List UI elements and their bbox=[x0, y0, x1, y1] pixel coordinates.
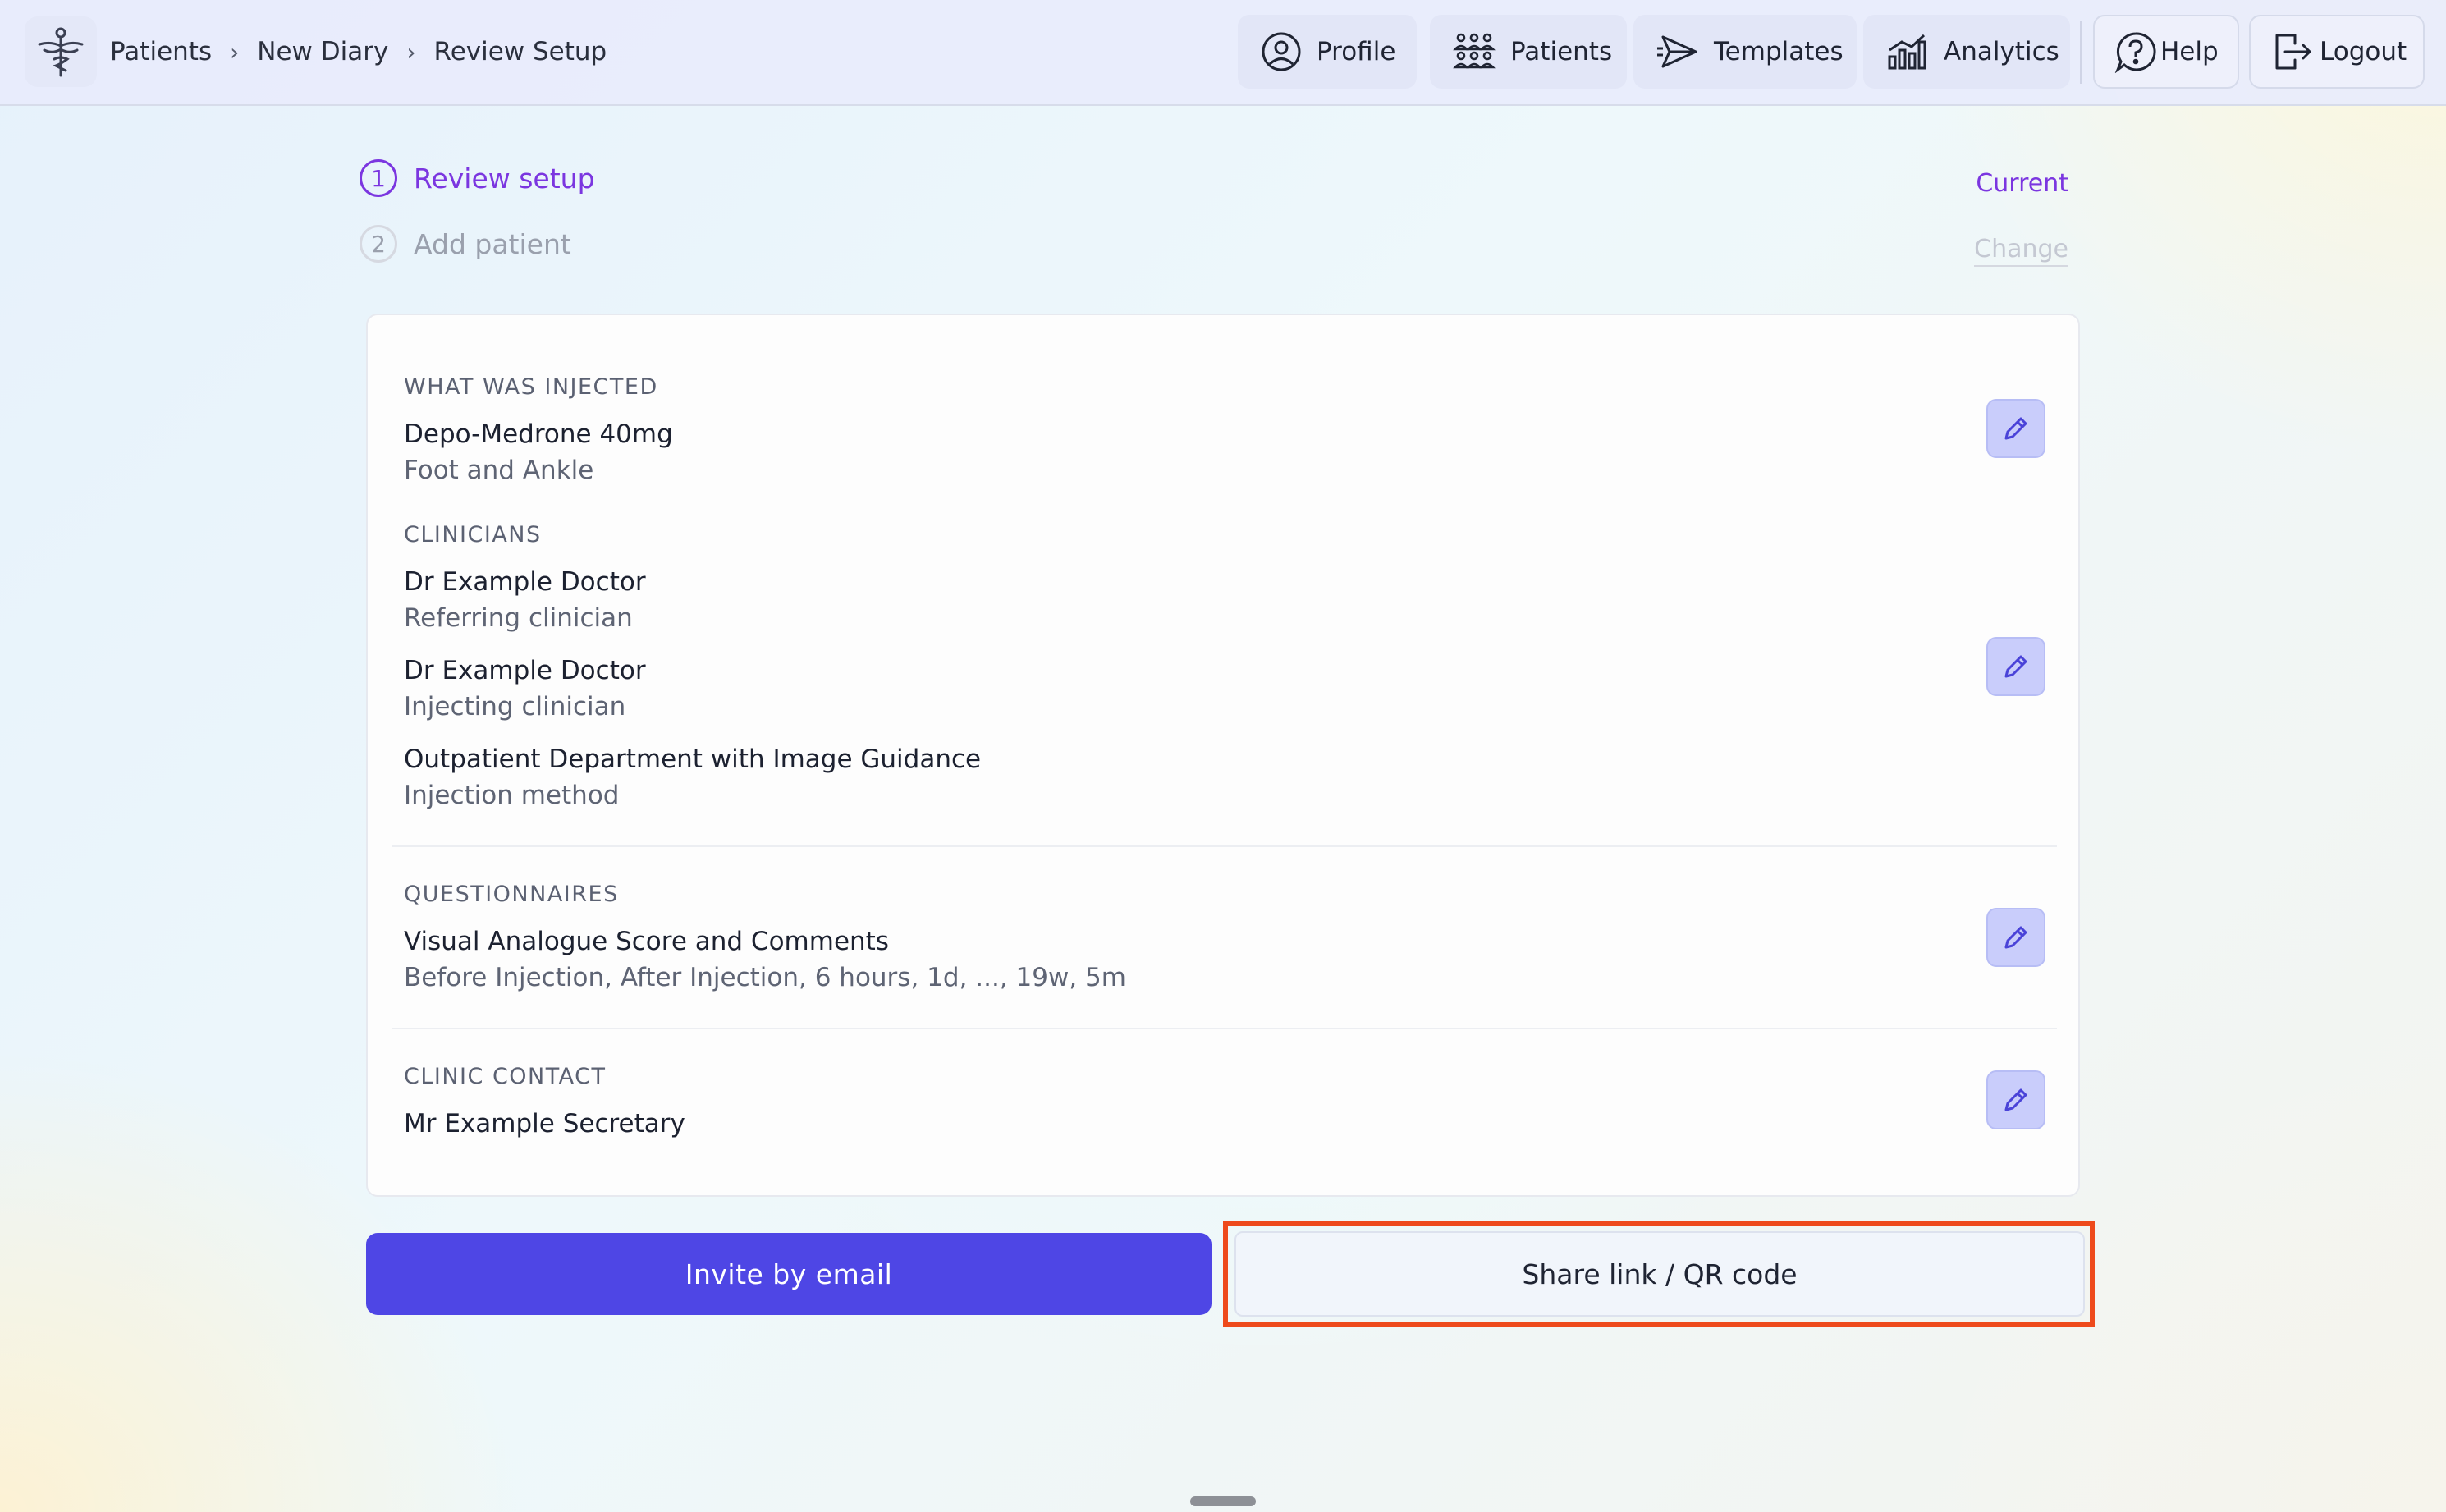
edit-questionnaires-button[interactable] bbox=[1986, 908, 2045, 967]
section-clinicians: CLINICIANS Dr Example Doctor Referring c… bbox=[404, 522, 981, 830]
clinician-role: Injecting clinician bbox=[404, 692, 626, 722]
bar-chart-icon bbox=[1886, 30, 1929, 73]
clinician-item: Dr Example Doctor Injecting clinician bbox=[404, 653, 981, 725]
logout-button-label: Logout bbox=[2320, 37, 2407, 66]
step-review-setup: 1 Review setup bbox=[360, 159, 595, 197]
section-label: QUESTIONNAIRES bbox=[404, 882, 619, 907]
section-divider bbox=[392, 845, 2057, 847]
clinician-item: Outpatient Department with Image Guidanc… bbox=[404, 741, 981, 813]
section-clinic-contact: CLINIC CONTACT Mr Example Secretary bbox=[404, 1064, 685, 1142]
invite-by-email-button[interactable]: Invite by email bbox=[366, 1233, 1212, 1315]
user-circle-icon bbox=[1261, 30, 1302, 73]
help-button-label: Help bbox=[2160, 37, 2219, 66]
injection-method-name: Outpatient Department with Image Guidanc… bbox=[404, 745, 982, 774]
clinic-contact-name: Mr Example Secretary bbox=[404, 1109, 685, 1139]
pencil-icon bbox=[2004, 1088, 2027, 1111]
chevron-right-icon: › bbox=[230, 38, 240, 66]
step-add-patient: 2 Add patient bbox=[360, 225, 571, 263]
section-label: WHAT WAS INJECTED bbox=[404, 374, 658, 400]
breadcrumb: Patients › New Diary › Review Setup bbox=[110, 30, 607, 74]
pencil-icon bbox=[2004, 926, 2027, 949]
injection-method-label: Injection method bbox=[404, 781, 620, 810]
clinician-name: Dr Example Doctor bbox=[404, 656, 646, 685]
step-label: Review setup bbox=[414, 162, 595, 195]
nav-analytics-label: Analytics bbox=[1944, 37, 2059, 66]
step-number: 2 bbox=[360, 225, 397, 263]
logout-icon bbox=[2270, 30, 2313, 73]
share-link-qr-button[interactable]: Share link / QR code bbox=[1234, 1231, 2085, 1317]
section-questionnaires: QUESTIONNAIRES Visual Analogue Score and… bbox=[404, 882, 1126, 996]
nav-patients-label: Patients bbox=[1510, 37, 1613, 66]
nav-profile-label: Profile bbox=[1317, 37, 1396, 66]
top-bar: Patients › New Diary › Review Setup Prof… bbox=[0, 0, 2446, 106]
breadcrumb-patients[interactable]: Patients bbox=[110, 37, 212, 66]
help-button[interactable]: Help bbox=[2093, 15, 2239, 89]
section-label: CLINICIANS bbox=[404, 522, 542, 548]
help-bubble-icon bbox=[2114, 30, 2157, 73]
pencil-icon bbox=[2004, 655, 2027, 678]
app-logo-icon[interactable] bbox=[25, 16, 97, 87]
nav-analytics[interactable]: Analytics bbox=[1863, 15, 2070, 89]
breadcrumb-new-diary[interactable]: New Diary bbox=[257, 37, 388, 66]
section-injected: WHAT WAS INJECTED Depo-Medrone 40mg Foot… bbox=[404, 374, 673, 488]
home-indicator bbox=[1190, 1496, 1256, 1506]
injected-drug: Depo-Medrone 40mg bbox=[404, 419, 673, 449]
clinician-item: Dr Example Doctor Referring clinician bbox=[404, 564, 981, 636]
section-divider bbox=[392, 1028, 2057, 1029]
pencil-icon bbox=[2004, 417, 2027, 440]
logout-button[interactable]: Logout bbox=[2249, 15, 2425, 89]
edit-injected-button[interactable] bbox=[1986, 399, 2045, 458]
section-label: CLINIC CONTACT bbox=[404, 1064, 607, 1089]
step-change-link[interactable]: Change bbox=[1974, 235, 2068, 267]
setup-summary-card: WHAT WAS INJECTED Depo-Medrone 40mg Foot… bbox=[366, 314, 2080, 1197]
nav-divider bbox=[2080, 21, 2082, 84]
edit-clinicians-button[interactable] bbox=[1986, 637, 2045, 696]
nav-profile[interactable]: Profile bbox=[1238, 15, 1417, 89]
nav-templates[interactable]: Templates bbox=[1633, 15, 1857, 89]
nav-patients[interactable]: Patients bbox=[1430, 15, 1627, 89]
injected-site: Foot and Ankle bbox=[404, 456, 594, 485]
questionnaire-name: Visual Analogue Score and Comments bbox=[404, 927, 889, 956]
chevron-right-icon: › bbox=[406, 38, 416, 66]
users-group-icon bbox=[1453, 30, 1496, 73]
clinician-name: Dr Example Doctor bbox=[404, 567, 646, 597]
step-label: Add patient bbox=[414, 227, 571, 260]
nav-templates-label: Templates bbox=[1714, 37, 1844, 66]
clinician-role: Referring clinician bbox=[404, 603, 633, 633]
questionnaire-schedule: Before Injection, After Injection, 6 hou… bbox=[404, 963, 1126, 992]
step-number: 1 bbox=[360, 159, 397, 197]
paper-plane-icon bbox=[1656, 30, 1699, 73]
edit-clinic-contact-button[interactable] bbox=[1986, 1070, 2045, 1129]
breadcrumb-review-setup: Review Setup bbox=[433, 37, 607, 66]
step-status-current: Current bbox=[1976, 169, 2068, 198]
